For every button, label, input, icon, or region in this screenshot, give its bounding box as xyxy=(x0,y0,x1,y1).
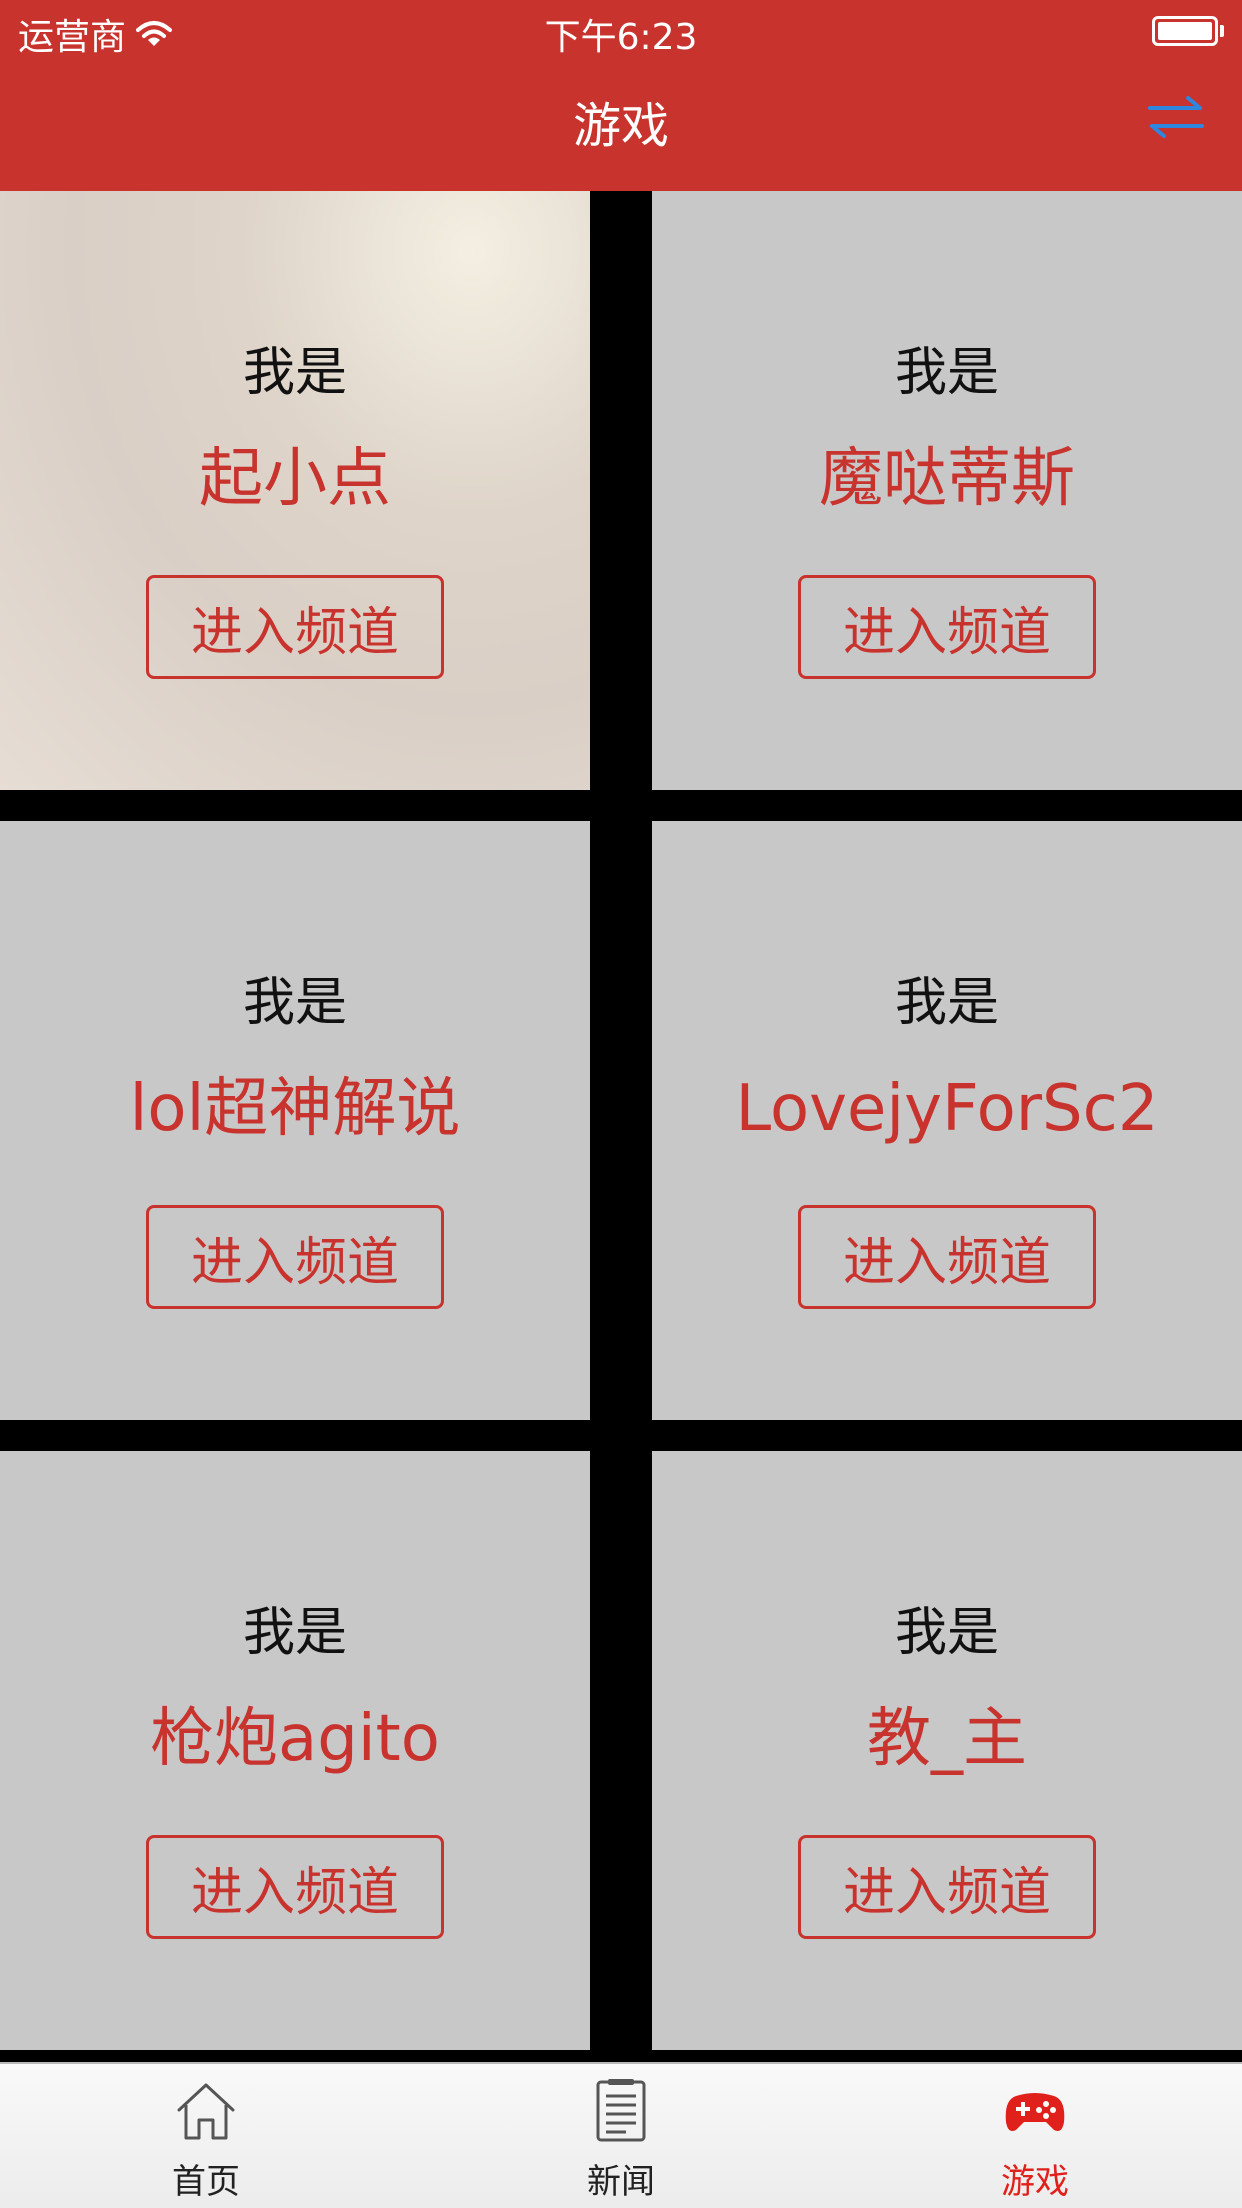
card-intro: 我是 xyxy=(894,1603,999,1663)
channel-card: 我是 枪炮agito 进入频道 xyxy=(0,1451,590,2050)
battery-icon xyxy=(1152,16,1224,46)
header: 运营商 下午6:23 游戏 xyxy=(0,0,1242,191)
channel-name: 起小点 xyxy=(199,442,391,516)
enter-channel-button[interactable]: 进入频道 xyxy=(798,1835,1096,1939)
enter-channel-button[interactable]: 进入频道 xyxy=(146,1205,444,1309)
channel-name: 枪炮agito xyxy=(150,1702,440,1776)
status-time: 下午6:23 xyxy=(544,17,698,58)
channel-card: 我是 魔哒蒂斯 进入频道 xyxy=(652,191,1242,790)
tab-label: 新闻 xyxy=(587,2162,655,2202)
card-intro: 我是 xyxy=(242,973,347,1033)
page-title: 游戏 xyxy=(572,98,669,154)
news-document-icon xyxy=(596,2079,646,2142)
status-bar: 运营商 下午6:23 xyxy=(0,0,1242,60)
card-intro: 我是 xyxy=(242,343,347,403)
switch-button[interactable] xyxy=(1146,92,1206,142)
card-intro: 我是 xyxy=(242,1603,347,1663)
card-intro: 我是 xyxy=(894,973,999,1033)
enter-channel-button[interactable]: 进入频道 xyxy=(798,1205,1096,1309)
house-icon xyxy=(177,2083,235,2140)
channel-card: 我是 教_主 进入频道 xyxy=(652,1451,1242,2050)
channel-card: 我是 lol超神解说 进入频道 xyxy=(0,821,590,1420)
channel-name: lol超神解说 xyxy=(129,1072,461,1146)
swap-arrows-icon xyxy=(1148,96,1204,138)
enter-channel-button[interactable]: 进入频道 xyxy=(146,1835,444,1939)
app-screen: 运营商 下午6:23 游戏 我是 起小点 进入频道 我是 魔哒蒂斯 进入频道 我… xyxy=(0,0,1242,2208)
tab-home[interactable]: 首页 xyxy=(106,2078,306,2208)
tab-bar: 首页 新闻 游戏 xyxy=(0,2062,1242,2208)
channel-name: 教_主 xyxy=(867,1702,1027,1776)
channel-card: 我是 起小点 进入频道 xyxy=(0,191,590,790)
tab-label: 首页 xyxy=(172,2162,240,2202)
channel-name: LovejyForSc2 xyxy=(735,1072,1159,1146)
enter-channel-button[interactable]: 进入频道 xyxy=(798,575,1096,679)
channel-name: 魔哒蒂斯 xyxy=(819,442,1075,516)
tab-games[interactable]: 游戏 xyxy=(935,2078,1135,2208)
tab-news[interactable]: 新闻 xyxy=(521,2078,721,2208)
card-intro: 我是 xyxy=(894,343,999,403)
channel-card: 我是 LovejyForSc2 进入频道 xyxy=(652,821,1242,1420)
gamepad-icon xyxy=(1005,2093,1065,2131)
tab-label: 游戏 xyxy=(1001,2162,1069,2202)
enter-channel-button[interactable]: 进入频道 xyxy=(146,575,444,679)
